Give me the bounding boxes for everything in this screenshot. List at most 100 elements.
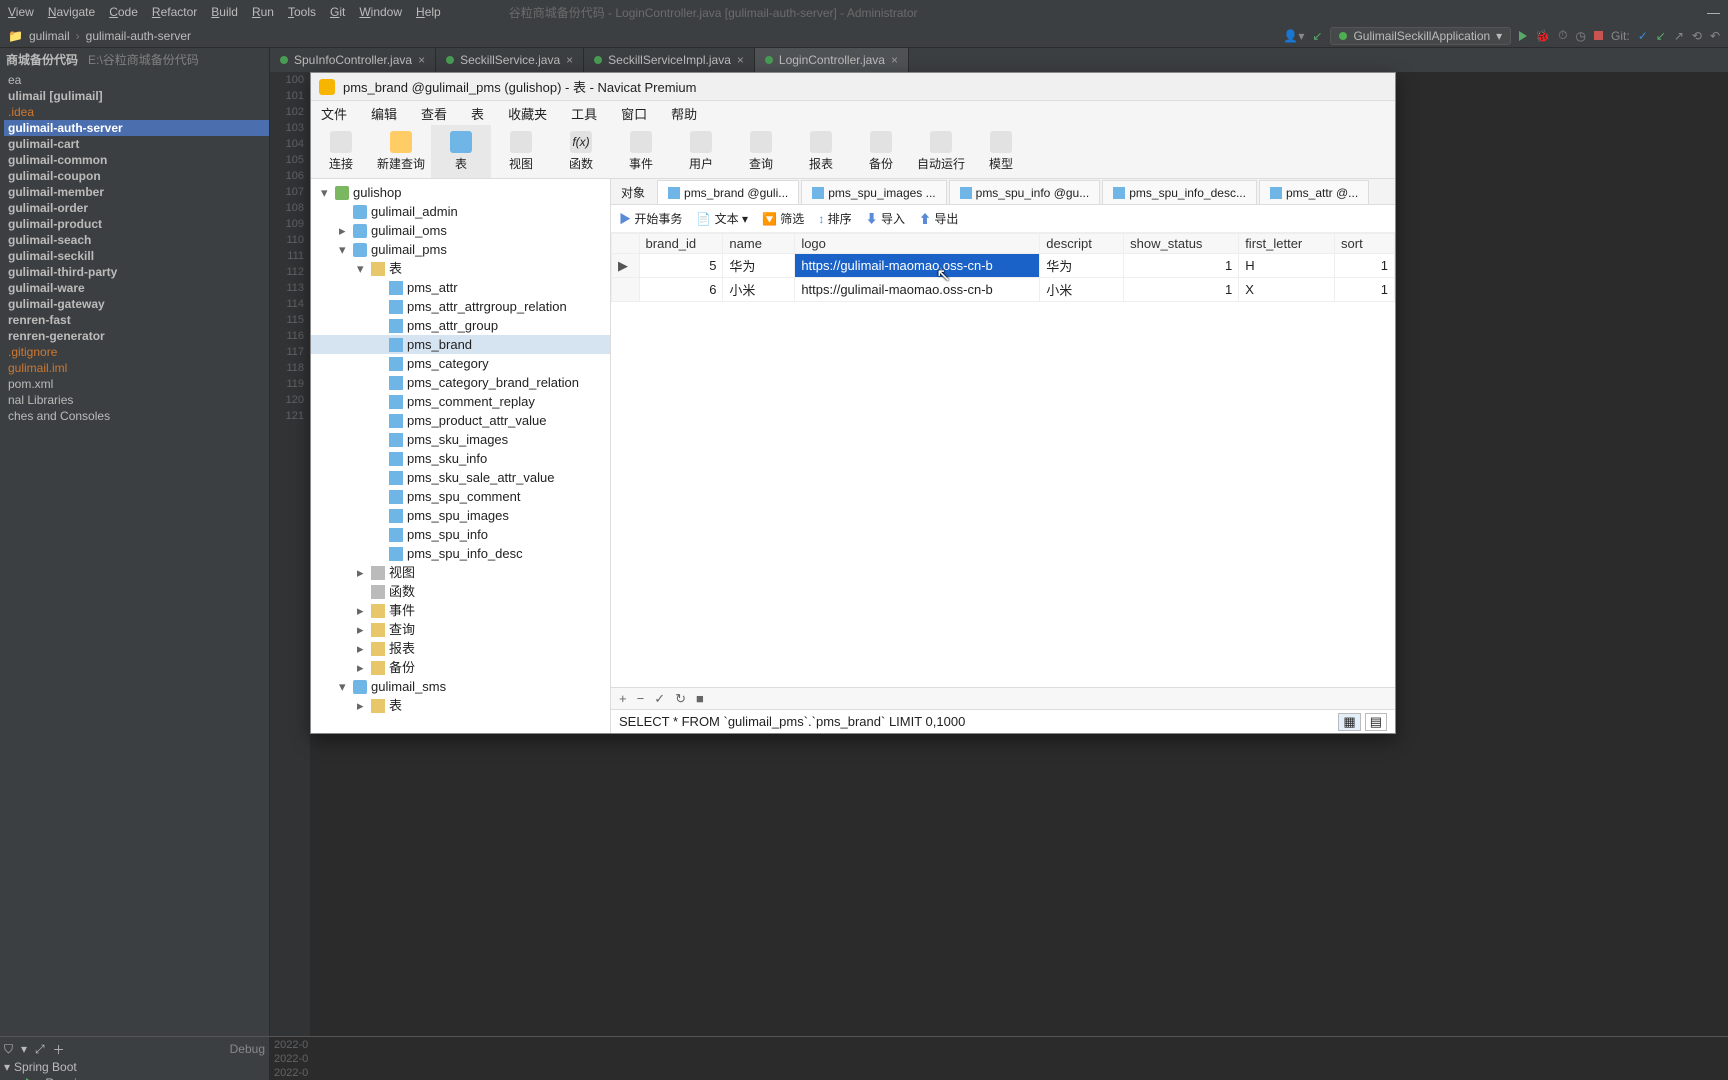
grid-footer-btn[interactable]: ■ [696, 691, 704, 706]
filter-icon[interactable]: ▾ [21, 1042, 27, 1056]
stop-icon[interactable] [1594, 31, 1603, 40]
vcs-commit-icon[interactable]: ↙ [1656, 29, 1666, 43]
nv-toolbar-模型[interactable]: 模型 [971, 125, 1031, 178]
editor-tabstrip[interactable]: SpuInfoController.java×SeckillService.ja… [270, 48, 1728, 72]
build-icon[interactable]: ↙ [1312, 29, 1322, 43]
menu-build[interactable]: Build [211, 5, 238, 19]
project-node[interactable]: gulimail-auth-server [4, 120, 269, 136]
column-header[interactable]: sort [1335, 234, 1395, 254]
cell-name[interactable]: 华为 [723, 254, 795, 278]
menu-window[interactable]: Window [359, 5, 402, 19]
menu-run[interactable]: Run [252, 5, 274, 19]
running-node[interactable]: ▾ Running [4, 1075, 265, 1080]
nv-menu-item[interactable]: 帮助 [671, 104, 697, 123]
grid-footer-btn[interactable]: ✓ [654, 691, 665, 707]
column-header[interactable]: logo [795, 234, 1040, 254]
data-grid[interactable]: brand_idnamelogodescriptshow_statusfirst… [611, 233, 1395, 687]
project-node[interactable]: renren-fast [4, 312, 269, 328]
disclosure-icon[interactable]: ▸ [357, 601, 367, 620]
nv-toolbar-查询[interactable]: 查询 [731, 125, 791, 178]
column-header[interactable]: name [723, 234, 795, 254]
cell-logo[interactable]: https://gulimail-maomao.oss-cn-b [795, 254, 1040, 278]
nv-tree-node[interactable]: pms_spu_info_desc [311, 544, 610, 563]
nv-toolbar-连接[interactable]: 连接 [311, 125, 371, 178]
cell-descript[interactable]: 小米 [1040, 278, 1124, 302]
project-node[interactable]: gulimail-ware [4, 280, 269, 296]
project-node[interactable]: nal Libraries [4, 392, 269, 408]
nv-tree-node[interactable]: ▾表 [311, 259, 610, 278]
disclosure-icon[interactable]: ▸ [357, 658, 367, 677]
project-node[interactable]: .idea [4, 104, 269, 120]
tbl-toolbar-item[interactable]: ⬇ 导入 [866, 210, 905, 227]
tbl-toolbar-item[interactable]: ▶ 开始事务 [619, 210, 682, 227]
column-header[interactable]: descript [1040, 234, 1124, 254]
disclosure-icon[interactable]: ▸ [357, 563, 367, 582]
coverage-icon[interactable]: ⏱ [1558, 28, 1567, 43]
tbl-toolbar-item[interactable]: 🔽 筛选 [762, 210, 804, 227]
menu-refactor[interactable]: Refactor [152, 5, 197, 19]
cell-brand_id[interactable]: 5 [639, 254, 723, 278]
editor-tab[interactable]: LoginController.java× [755, 48, 909, 72]
navicat-tabstrip[interactable]: 对象pms_brand @guli...pms_spu_images ...pm… [611, 179, 1395, 205]
cell-show_status[interactable]: 1 [1124, 254, 1239, 278]
run-icon[interactable] [1519, 31, 1527, 41]
close-icon[interactable]: × [418, 53, 425, 67]
menu-tools[interactable]: Tools [288, 5, 316, 19]
column-header[interactable]: brand_id [639, 234, 723, 254]
project-node[interactable]: gulimail-member [4, 184, 269, 200]
nv-tree-node[interactable]: ▸gulimail_oms [311, 221, 610, 240]
form-view-icon[interactable]: ▤ [1365, 713, 1387, 731]
breadcrumb[interactable]: gulimail-auth-server [86, 29, 191, 43]
grid-footer-btn[interactable]: − [637, 691, 645, 706]
project-node[interactable]: ea [4, 72, 269, 88]
spring-boot-node[interactable]: ▾ Spring Boot [4, 1059, 265, 1075]
menu-git[interactable]: Git [330, 5, 345, 19]
table-row[interactable]: 6小米https://gulimail-maomao.oss-cn-b小米1X1 [612, 278, 1395, 302]
disclosure-icon[interactable]: ▸ [357, 639, 367, 658]
project-node[interactable]: gulimail-seach [4, 232, 269, 248]
nv-menu-item[interactable]: 窗口 [621, 104, 647, 123]
nv-menu-item[interactable]: 表 [471, 104, 484, 123]
run-config-selector[interactable]: GulimailSeckillApplication ▾ [1330, 27, 1511, 45]
nv-tree-node[interactable]: ▸视图 [311, 563, 610, 582]
nv-tree-node[interactable]: gulimail_admin [311, 202, 610, 221]
nv-menu-item[interactable]: 文件 [321, 104, 347, 123]
disclosure-icon[interactable]: ▸ [339, 221, 349, 240]
project-node[interactable]: gulimail-seckill [4, 248, 269, 264]
table-row[interactable]: ▶5华为https://gulimail-maomao.oss-cn-b华为1H… [612, 254, 1395, 278]
vcs-history-icon[interactable]: ⟲ [1692, 29, 1702, 43]
nv-tree-node[interactable]: pms_sku_images [311, 430, 610, 449]
nv-tree-node[interactable]: pms_spu_images [311, 506, 610, 525]
menu-navigate[interactable]: Navigate [48, 5, 95, 19]
project-node[interactable]: ulimail [gulimail] [4, 88, 269, 104]
nv-tree-node[interactable]: pms_spu_info [311, 525, 610, 544]
nv-toolbar-备份[interactable]: 备份 [851, 125, 911, 178]
disclosure-icon[interactable]: ▸ [357, 620, 367, 639]
nv-toolbar-用户[interactable]: 用户 [671, 125, 731, 178]
log-output[interactable]: INFO: log base dir is: C:\Users\谷毛毛\logs… [312, 1037, 1728, 1080]
breadcrumb[interactable]: gulimail [29, 29, 70, 43]
add-icon[interactable]: ＋ [53, 1041, 65, 1058]
nv-tree-node[interactable]: pms_category_brand_relation [311, 373, 610, 392]
nv-menu-item[interactable]: 收藏夹 [508, 104, 547, 123]
nv-tree-node[interactable]: 函数 [311, 582, 610, 601]
project-node[interactable]: ches and Consoles [4, 408, 269, 424]
menu-view[interactable]: View [8, 5, 34, 19]
vcs-update-icon[interactable]: ✓ [1638, 29, 1648, 43]
cell-name[interactable]: 小米 [723, 278, 795, 302]
close-icon[interactable]: × [566, 53, 573, 67]
project-node[interactable]: gulimail.iml [4, 360, 269, 376]
disclosure-icon[interactable]: ▸ [357, 696, 367, 715]
editor-tab[interactable]: SeckillServiceImpl.java× [584, 48, 755, 72]
project-node[interactable]: gulimail-product [4, 216, 269, 232]
cell-show_status[interactable]: 1 [1124, 278, 1239, 302]
navicat-titlebar[interactable]: pms_brand @gulimail_pms (gulishop) - 表 -… [311, 73, 1395, 101]
nv-tab[interactable]: pms_attr @... [1259, 180, 1369, 204]
nv-tree-node[interactable]: pms_attr [311, 278, 610, 297]
vcs-push-icon[interactable]: ↗ [1674, 29, 1684, 43]
menu-help[interactable]: Help [416, 5, 441, 19]
column-header[interactable]: show_status [1124, 234, 1239, 254]
cell-sort[interactable]: 1 [1335, 254, 1395, 278]
nv-menu-item[interactable]: 查看 [421, 104, 447, 123]
tbl-toolbar-item[interactable]: ↕ 排序 [818, 210, 851, 227]
